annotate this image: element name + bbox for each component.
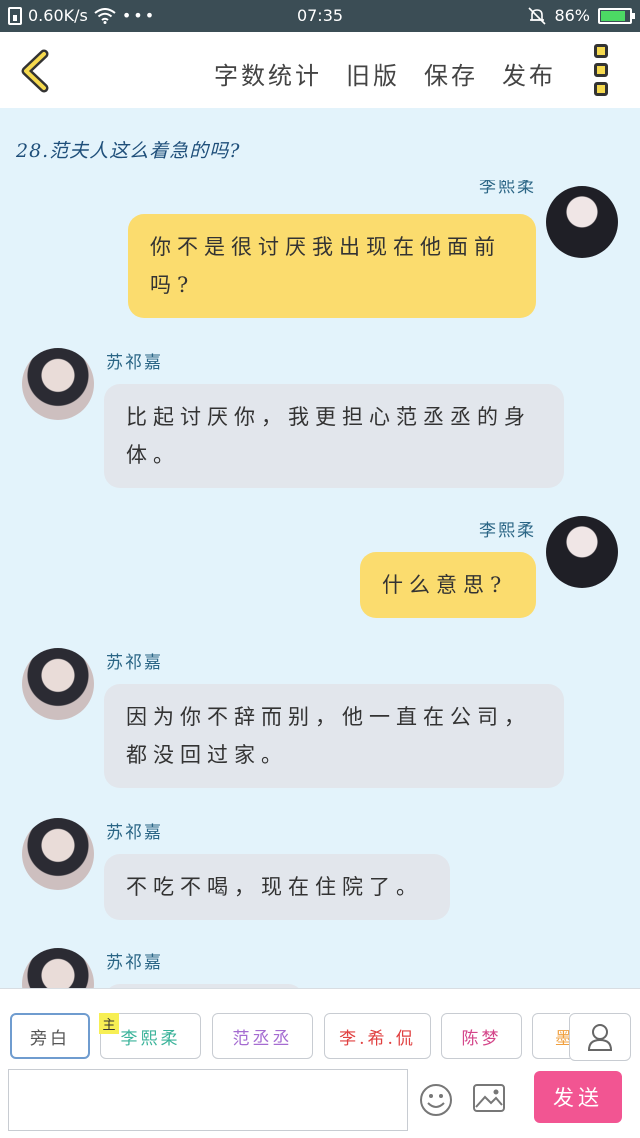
battery-icon: [598, 7, 635, 24]
avatar[interactable]: [22, 948, 94, 988]
role-label: 旁白: [30, 1028, 70, 1049]
image-icon[interactable]: [472, 1083, 506, 1113]
avatar[interactable]: [546, 186, 618, 258]
status-bar: 0.60K/s ••• 07:35 86%: [0, 0, 640, 32]
top-bar: 字数统计 旧版 保存 发布: [0, 32, 640, 108]
message-bubble[interactable]: 不吃不喝，现在住院了。: [104, 854, 450, 920]
avatar[interactable]: [22, 648, 94, 720]
emoji-icon[interactable]: [419, 1083, 453, 1117]
message-input[interactable]: [8, 1069, 408, 1131]
back-icon[interactable]: [14, 48, 60, 94]
composer: 旁白 主 李熙柔 范丞丞 李.希.侃 陈梦 墨 发送: [0, 988, 640, 1138]
message-bubble[interactable]: 你不是很讨厌我出现在他面前吗?: [128, 214, 536, 318]
publish-button[interactable]: 发布: [502, 56, 556, 91]
avatar[interactable]: [22, 818, 94, 890]
menu-icon[interactable]: [594, 44, 614, 96]
role-label: 李熙柔: [120, 1028, 181, 1049]
role-li-xirou[interactable]: 主 李熙柔: [99, 1013, 201, 1059]
mute-icon: [528, 6, 547, 25]
sender-name: 李熙柔: [479, 521, 536, 541]
message-bubble[interactable]: 比起讨厌你，我更担心范丞丞的身体。: [104, 384, 564, 488]
role-label: 李.希.侃: [339, 1028, 416, 1049]
chat-message-left: 苏祁嘉 不吃不喝，现在住院了。: [0, 810, 640, 930]
chat-message-left: 苏祁嘉: [0, 942, 640, 988]
battery-percent: 86%: [554, 6, 590, 25]
chat-message-left: 苏祁嘉 因为你不辞而别，他一直在公司，都没回过家。: [0, 640, 640, 800]
save-button[interactable]: 保存: [424, 56, 478, 91]
message-bubble[interactable]: 因为你不辞而别，他一直在公司，都没回过家。: [104, 684, 564, 788]
avatar[interactable]: [22, 348, 94, 420]
main-role-tag: 主: [99, 1013, 119, 1034]
role-chen-meng[interactable]: 陈梦: [441, 1013, 522, 1059]
message-bubble[interactable]: 什么意思?: [360, 552, 536, 618]
word-count-button[interactable]: 字数统计: [214, 56, 322, 91]
chat-message-right: 李熙柔 你不是很讨厌我出现在他面前吗?: [0, 180, 640, 330]
avatar[interactable]: [546, 516, 618, 588]
old-version-button[interactable]: 旧版: [346, 56, 400, 91]
role-label: 墨: [555, 1028, 570, 1049]
role-mo[interactable]: 墨: [532, 1013, 570, 1059]
add-role-button[interactable]: [569, 1013, 631, 1061]
sender-name: 苏祁嘉: [106, 823, 163, 843]
sender-name: 李熙柔: [479, 180, 536, 197]
chat-message-right: 李熙柔 什么意思?: [0, 510, 640, 630]
send-button[interactable]: 发送: [534, 1071, 622, 1123]
role-label: 范丞丞: [232, 1028, 293, 1049]
chat-list[interactable]: 李熙柔 你不是很讨厌我出现在他面前吗? 苏祁嘉 比起讨厌你，我更担心范丞丞的身体…: [0, 180, 640, 988]
role-selector[interactable]: 旁白 主 李熙柔 范丞丞 李.希.侃 陈梦 墨: [0, 1013, 570, 1061]
chat-message-left: 苏祁嘉 比起讨厌你，我更担心范丞丞的身体。: [0, 340, 640, 490]
sender-name: 苏祁嘉: [106, 953, 163, 973]
sender-name: 苏祁嘉: [106, 353, 163, 373]
role-li-xikan[interactable]: 李.希.侃: [324, 1013, 431, 1059]
role-label: 陈梦: [461, 1028, 502, 1049]
role-fan-chengcheng[interactable]: 范丞丞: [212, 1013, 313, 1059]
role-narrator[interactable]: 旁白: [10, 1013, 90, 1059]
chapter-title: 28.范夫人这么着急的吗?: [16, 140, 241, 162]
sender-name: 苏祁嘉: [106, 653, 163, 673]
user-icon: [587, 1024, 613, 1051]
